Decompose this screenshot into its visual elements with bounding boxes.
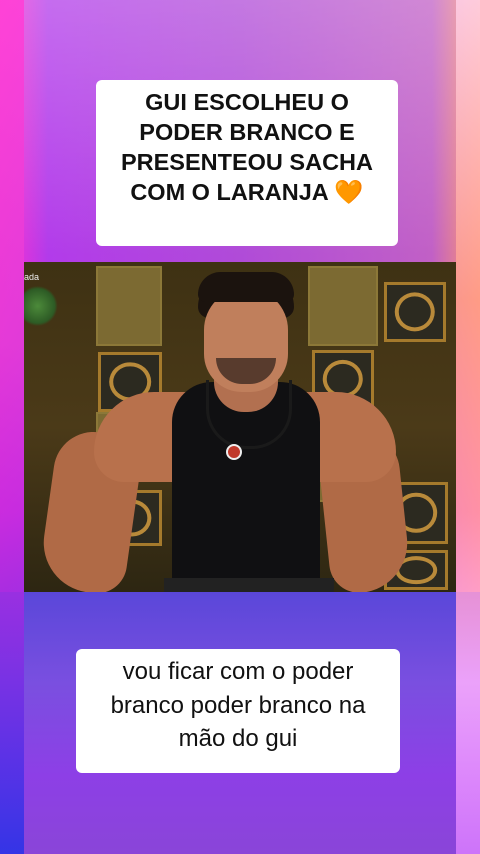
corner-tag: ada [24,272,40,282]
lattice-panel [384,282,446,342]
bottom-caption-line: mão do gui [178,725,298,753]
belt [164,578,334,592]
top-caption-line: PODER BRANCO E [139,118,355,145]
plant [24,286,58,326]
wall-tile [96,266,162,346]
video-frame[interactable]: ada [24,262,456,592]
top-caption-line: COM O LARANJA 🧡 [130,178,364,205]
bottom-caption-line: branco poder branco na [110,691,366,719]
left-edge-glow [0,0,24,854]
wall-tile [308,266,378,346]
person-hair-top [198,272,294,302]
top-caption-line: GUI ESCOLHEU O [145,89,349,115]
bottom-caption: vou ficar com o poder branco poder branc… [76,649,400,773]
bottom-caption-line: vou ficar com o poder [122,658,354,685]
top-caption: GUI ESCOLHEU O PODER BRANCO E PRESENTEOU… [96,80,398,246]
top-caption-line: PRESENTEOU SACHA [120,148,373,175]
right-edge-glow [456,0,480,854]
necklace-pendant [226,444,242,460]
